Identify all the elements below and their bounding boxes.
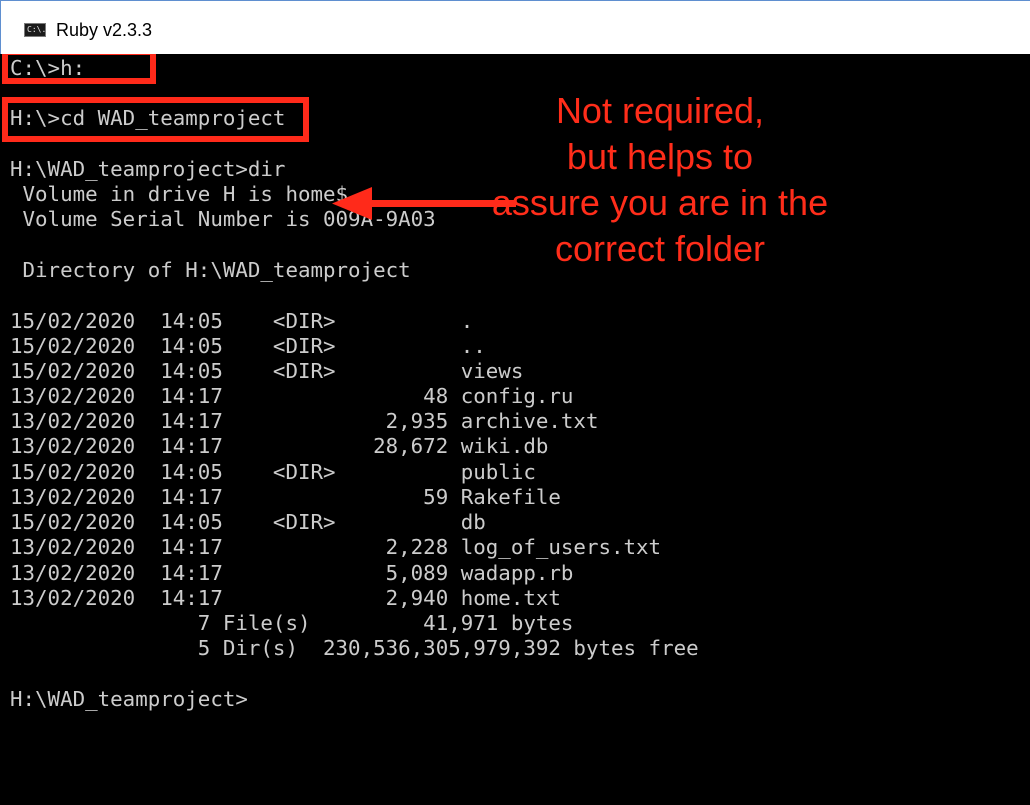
console-line: 13/02/2020 14:17 2,940 home.txt <box>10 586 561 610</box>
annotation-line: correct folder <box>554 228 766 269</box>
console-line: 7 File(s) 41,971 bytes <box>10 611 574 635</box>
console-window: C:\. Ruby v2.3.3 C:\>h: H:\>cd WAD_teamp… <box>0 0 1030 805</box>
console-line: 13/02/2020 14:17 2,228 log_of_users.txt <box>10 535 662 559</box>
annotation-line: assure you are in the <box>491 182 829 223</box>
annotation-line: but helps to <box>566 136 754 177</box>
window-title: Ruby v2.3.3 <box>56 20 153 40</box>
console-line: 5 Dir(s) 230,536,305,979,392 bytes free <box>10 636 699 660</box>
console-line: 13/02/2020 14:17 48 config.ru <box>10 384 574 408</box>
console-line: 15/02/2020 14:05 <DIR> public <box>10 460 536 484</box>
console-line: H:\WAD_teamproject>dir <box>10 157 286 181</box>
console-line: 15/02/2020 14:05 <DIR> .. <box>10 334 486 358</box>
console-line: 15/02/2020 14:05 <DIR> . <box>10 309 474 333</box>
highlight-box-drive-command <box>2 54 156 84</box>
console-icon: C:\. <box>24 23 46 37</box>
console-line: 15/02/2020 14:05 <DIR> views <box>10 359 524 383</box>
console-line: Volume in drive H is home$ <box>10 182 349 206</box>
annotation-callout: Not required, but helps to assure you ar… <box>470 88 850 272</box>
title-bar[interactable]: C:\. Ruby v2.3.3 <box>0 0 1030 54</box>
console-line: 15/02/2020 14:05 <DIR> db <box>10 510 486 534</box>
console-line: 13/02/2020 14:17 28,672 wiki.db <box>10 434 549 458</box>
console-line: 13/02/2020 14:17 59 Rakefile <box>10 485 561 509</box>
console-line: 13/02/2020 14:17 2,935 archive.txt <box>10 409 599 433</box>
highlight-box-cd-command <box>2 97 309 142</box>
annotation-line: Not required, <box>555 90 765 131</box>
console-line: 13/02/2020 14:17 5,089 wadapp.rb <box>10 561 574 585</box>
console-line: Directory of H:\WAD_teamproject <box>10 258 411 282</box>
console-line: H:\WAD_teamproject> <box>10 687 248 711</box>
